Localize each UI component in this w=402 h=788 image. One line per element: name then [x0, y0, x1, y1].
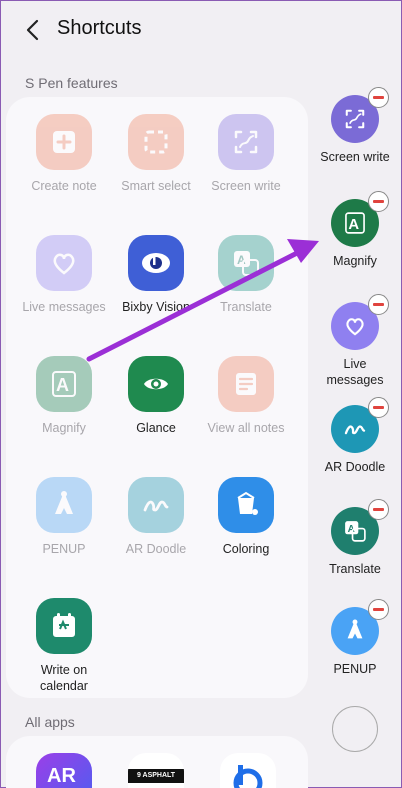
sidebar-shortcut-label: Screen write — [320, 150, 390, 164]
grid-item-label: AR Doodle — [125, 542, 187, 556]
sidebar-shortcut-label: Live messages — [326, 357, 384, 387]
grid-item-screen-write[interactable]: Screen write — [200, 114, 292, 194]
remove-shortcut-icon[interactable] — [368, 87, 389, 108]
sidebar-shortcut-label: Magnify — [333, 254, 377, 268]
bixby-icon[interactable] — [220, 753, 276, 788]
remove-shortcut-icon[interactable] — [368, 599, 389, 620]
svg-text:A: A — [348, 217, 359, 233]
grid-item-label: Magnify — [42, 421, 86, 435]
asphalt-logo-label: 9 ASPHALT — [128, 769, 184, 783]
section-label-all-apps: All apps — [25, 714, 75, 730]
live-messages-icon — [36, 235, 92, 291]
grid-item-label: Bixby Vision — [122, 300, 190, 314]
translate-icon: A — [331, 499, 389, 555]
grid-item-label: Screen write — [211, 179, 281, 193]
grid-item-smart-select[interactable]: Smart select — [110, 114, 202, 194]
coloring-icon — [218, 477, 274, 533]
sidebar-shortcut-magnify[interactable]: A Magnify — [318, 191, 392, 269]
penup-icon — [331, 599, 389, 655]
back-arrow-icon — [26, 19, 39, 41]
grid-item-view-all-notes[interactable]: View all notes — [200, 356, 292, 436]
screen-write-icon — [331, 87, 389, 143]
bixby-logo-icon — [233, 765, 263, 788]
page-title: Shortcuts — [57, 17, 142, 39]
ar-doodle-icon — [331, 397, 389, 453]
magnify-icon: A — [36, 356, 92, 412]
svg-text:A: A — [56, 375, 69, 395]
translate-icon: A — [218, 235, 274, 291]
grid-item-penup[interactable]: PENUP — [18, 477, 110, 557]
grid-item-label: Live messages — [22, 300, 106, 314]
remove-shortcut-icon[interactable] — [368, 499, 389, 520]
grid-item-coloring[interactable]: Coloring — [200, 477, 292, 557]
grid-item-write-on-calendar[interactable]: Write on calendar — [18, 598, 110, 694]
screen-write-icon — [218, 114, 274, 170]
sidebar-shortcut-live-messages[interactable]: Live messages — [318, 294, 392, 388]
live-messages-icon — [331, 294, 389, 350]
grid-item-label: View all notes — [207, 421, 285, 435]
sidebar-shortcut-label: Translate — [329, 562, 381, 576]
grid-item-ar-doodle[interactable]: AR Doodle — [110, 477, 202, 557]
sidebar-shortcut-translate[interactable]: A Translate — [318, 499, 392, 577]
back-button[interactable] — [21, 17, 47, 43]
grid-item-label: Smart select — [121, 179, 191, 193]
bixby-vision-icon — [128, 235, 184, 291]
sidebar-shortcut-ar-doodle[interactable]: AR Doodle — [318, 397, 392, 475]
empty-shortcut-slot[interactable] — [332, 706, 378, 752]
create-note-icon — [36, 114, 92, 170]
grid-item-label: Translate — [220, 300, 272, 314]
smart-select-icon — [128, 114, 184, 170]
ar-app-label: AR — [47, 765, 76, 787]
penup-icon — [36, 477, 92, 533]
sidebar-shortcut-label: AR Doodle — [324, 460, 386, 474]
magnify-icon: A — [331, 191, 389, 247]
asphalt-icon[interactable]: 9 ASPHALT — [128, 753, 184, 788]
grid-item-label: Glance — [136, 421, 176, 435]
remove-shortcut-icon[interactable] — [368, 191, 389, 212]
glance-icon — [128, 356, 184, 412]
sidebar-shortcut-screen-write[interactable]: Screen write — [318, 87, 392, 165]
grid-item-bixby-vision[interactable]: Bixby Vision — [110, 235, 202, 315]
sidebar-shortcut-penup[interactable]: PENUP — [318, 599, 392, 677]
section-label-spen: S Pen features — [25, 75, 118, 91]
view-all-notes-icon — [218, 356, 274, 412]
grid-item-label: Coloring — [222, 542, 270, 556]
grid-item-label: PENUP — [42, 542, 86, 556]
grid-item-magnify[interactable]: A Magnify — [18, 356, 110, 436]
write-on-calendar-icon — [36, 598, 92, 654]
grid-item-translate[interactable]: A Translate — [200, 235, 292, 315]
grid-item-label: Create note — [31, 179, 97, 193]
grid-item-create-note[interactable]: Create note — [18, 114, 110, 194]
remove-shortcut-icon[interactable] — [368, 294, 389, 315]
remove-shortcut-icon[interactable] — [368, 397, 389, 418]
grid-item-live-messages[interactable]: Live messages — [18, 235, 110, 315]
grid-item-label: Write on calendar — [40, 663, 88, 693]
header-bar: Shortcuts — [1, 1, 402, 59]
ar-doodle-icon — [128, 477, 184, 533]
grid-item-glance[interactable]: Glance — [110, 356, 202, 436]
sidebar-shortcut-label: PENUP — [333, 662, 377, 676]
ar-app-icon[interactable]: AR — [36, 753, 92, 788]
